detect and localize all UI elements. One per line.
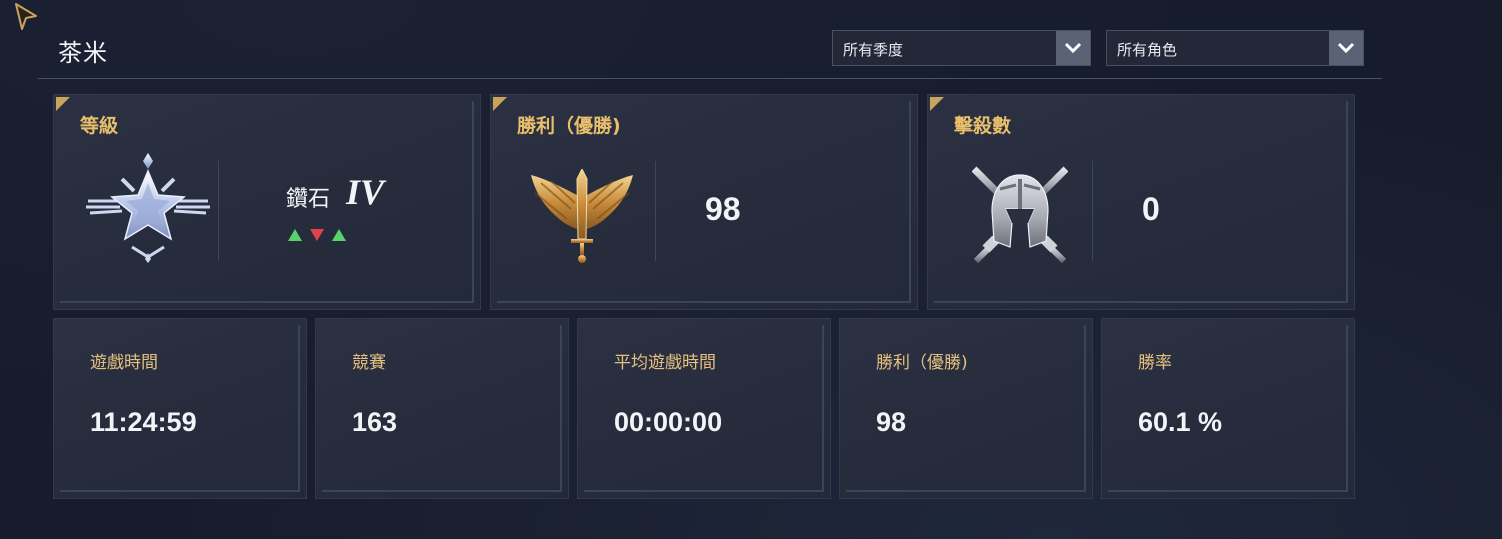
profile-header: 茶米 所有季度 所有角色 bbox=[38, 26, 1382, 79]
stat-value: 11:24:59 bbox=[90, 407, 197, 437]
card-divider bbox=[218, 161, 219, 261]
stat-title: 遊戲時間 bbox=[90, 353, 158, 373]
corner-marker bbox=[930, 97, 944, 111]
rank-tier: IV bbox=[346, 172, 385, 212]
stat-value: 98 bbox=[876, 407, 907, 437]
result-up-icon bbox=[332, 229, 346, 241]
character-filter-dropdown[interactable]: 所有角色 bbox=[1106, 30, 1364, 66]
result-down-icon bbox=[310, 229, 324, 241]
stat-title: 勝利（優勝) bbox=[876, 353, 968, 373]
winged-sword-emblem-icon bbox=[531, 169, 633, 263]
stat-card-matches: 競賽 163 bbox=[315, 318, 569, 499]
spartan-helmet-swords-icon bbox=[972, 166, 1068, 263]
recent-results bbox=[288, 229, 346, 241]
stat-card-avg-play-time: 平均遊戲時間 00:00:00 bbox=[577, 318, 831, 499]
chevron-down-icon[interactable] bbox=[1056, 31, 1090, 65]
season-filter-dropdown[interactable]: 所有季度 bbox=[832, 30, 1091, 66]
wins-value: 98 bbox=[705, 191, 741, 227]
stat-title: 勝率 bbox=[1138, 353, 1172, 373]
stat-value: 00:00:00 bbox=[614, 407, 723, 437]
kills-card-title: 擊殺數 bbox=[954, 115, 1012, 137]
wins-card: 勝利（優勝) 98 bbox=[490, 94, 918, 310]
stat-value: 163 bbox=[352, 407, 398, 437]
rank-name: 鑽石 bbox=[286, 187, 331, 212]
kills-value: 0 bbox=[1142, 191, 1160, 227]
stat-title: 競賽 bbox=[352, 353, 386, 373]
stat-card-wins: 勝利（優勝) 98 bbox=[839, 318, 1093, 499]
stat-value: 60.1 % bbox=[1138, 407, 1223, 437]
corner-marker bbox=[493, 97, 507, 111]
mouse-cursor-icon bbox=[15, 3, 37, 30]
kills-card: 擊殺數 0 bbox=[927, 94, 1355, 310]
rank-card-title: 等級 bbox=[80, 115, 119, 137]
rank-card: 等級 鑽石 IV bbox=[53, 94, 481, 310]
stat-card-play-time: 遊戲時間 11:24:59 bbox=[53, 318, 307, 499]
card-divider bbox=[655, 161, 656, 261]
season-filter-value: 所有季度 bbox=[843, 41, 904, 59]
diamond-rank-emblem-icon bbox=[86, 153, 210, 263]
stat-title: 平均遊戲時間 bbox=[614, 353, 716, 373]
wins-card-title: 勝利（優勝) bbox=[517, 115, 621, 137]
chevron-down-icon[interactable] bbox=[1329, 31, 1363, 65]
result-up-icon bbox=[288, 229, 302, 241]
character-filter-value: 所有角色 bbox=[1117, 41, 1178, 59]
corner-marker bbox=[56, 97, 70, 111]
card-divider bbox=[1092, 161, 1093, 261]
player-name: 茶米 bbox=[58, 39, 108, 67]
stat-card-win-rate: 勝率 60.1 % bbox=[1101, 318, 1355, 499]
